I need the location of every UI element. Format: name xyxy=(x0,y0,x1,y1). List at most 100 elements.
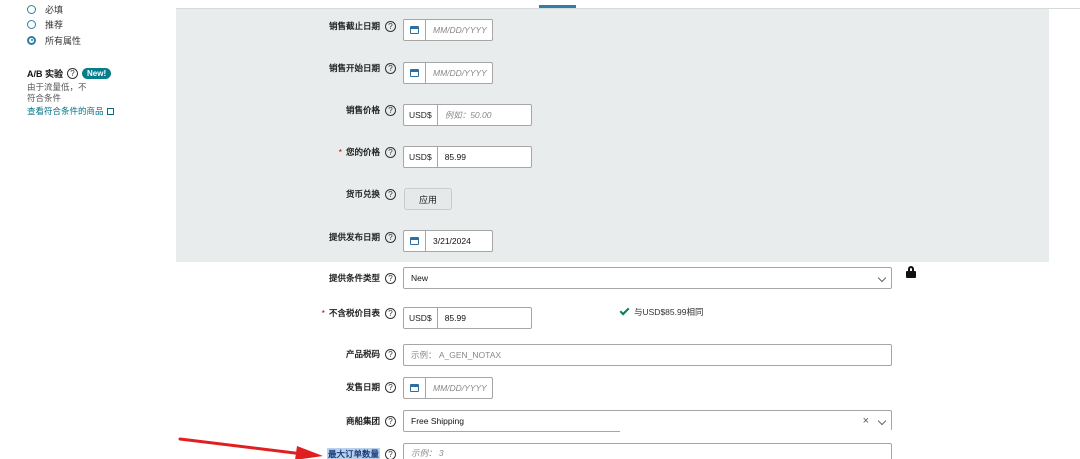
sale-start-date-label: 销售开始日期 ? xyxy=(176,61,396,75)
your-price-label-text: 您的价格 xyxy=(345,147,380,157)
radio-label-all: 所有属性 xyxy=(45,35,82,46)
currency-convert-label: 货币兑换 ? xyxy=(176,187,396,201)
price-excl-tax-label-text: 不含税价目表 xyxy=(328,308,380,318)
radio-all-attributes[interactable]: 所有属性 xyxy=(27,34,81,46)
radio-required[interactable]: 必填 xyxy=(27,3,63,15)
check-icon xyxy=(619,305,630,316)
radio-label-recommended: 推荐 xyxy=(45,19,64,30)
currency-convert-label-text: 货币兑换 xyxy=(345,189,380,199)
radio-label-required: 必填 xyxy=(45,4,64,15)
price-excl-tax-input[interactable]: USD$ 85.99 xyxy=(403,307,532,329)
help-icon[interactable]: ? xyxy=(385,415,396,427)
help-icon[interactable]: ? xyxy=(385,272,396,284)
calendar-icon xyxy=(410,384,419,392)
active-tab-indicator xyxy=(539,5,576,8)
price-match-note: 与USD$85.99相同 xyxy=(619,305,704,318)
offer-release-date-input[interactable]: 3/21/2024 xyxy=(403,230,493,252)
help-icon[interactable]: ? xyxy=(385,62,396,74)
help-icon[interactable]: ? xyxy=(385,348,396,360)
help-icon[interactable]: ? xyxy=(67,68,79,79)
sale-price-placeholder: 例如：50.00 xyxy=(444,110,492,120)
your-price-label: * 您的价格 ? xyxy=(176,145,396,159)
your-price-value: 85.99 xyxy=(444,152,466,162)
shipping-group-select[interactable]: Free Shipping × xyxy=(403,410,892,432)
sale-start-date-label-text: 销售开始日期 xyxy=(328,63,380,73)
right-margin xyxy=(1049,9,1080,459)
sale-end-date-label: 销售截止日期 ? xyxy=(176,19,396,33)
red-arrow-annotation xyxy=(178,437,323,459)
help-icon[interactable]: ? xyxy=(385,188,396,200)
gray-section xyxy=(176,9,1049,262)
sale-price-label-text: 销售价格 xyxy=(345,105,380,115)
currency-prefix: USD$ xyxy=(404,105,438,125)
shipping-group-value: Free Shipping xyxy=(411,416,464,426)
radio-checked-icon xyxy=(27,35,36,45)
view-eligible-products-link[interactable]: 查看符合条件的商品 xyxy=(27,105,114,117)
lock-icon xyxy=(906,266,916,278)
sale-price-input[interactable]: USD$ 例如：50.00 xyxy=(403,104,532,126)
sale-price-label: 销售价格 ? xyxy=(176,103,396,117)
help-icon[interactable]: ? xyxy=(385,231,396,243)
price-excl-tax-value: 85.99 xyxy=(444,313,466,323)
left-sidebar: 必填 推荐 所有属性 A/B 实验 ? New! 由于流量低，不符合条件 查看符… xyxy=(0,0,176,459)
ship-date-label: 发售日期 ? xyxy=(176,380,396,394)
offer-condition-type-label: 提供条件类型 ? xyxy=(176,271,396,285)
calendar-icon xyxy=(410,69,419,77)
sale-end-date-placeholder: MM/DD/YYYY xyxy=(433,25,487,35)
currency-prefix: USD$ xyxy=(404,147,438,167)
calendar-button[interactable] xyxy=(404,20,426,40)
max-order-qty-placeholder: 示例： 3 xyxy=(411,448,444,458)
external-link-icon xyxy=(106,107,114,115)
calendar-button[interactable] xyxy=(404,63,426,83)
offer-condition-select[interactable]: New xyxy=(403,267,892,289)
your-price-input[interactable]: USD$ 85.99 xyxy=(403,146,532,168)
product-tax-code-placeholder: 示例： A_GEN_NOTAX xyxy=(411,350,502,360)
shipping-group-label: 商船集团 ? xyxy=(176,414,396,428)
price-match-text: 与USD$85.99相同 xyxy=(634,307,704,317)
chevron-down-icon xyxy=(877,273,887,283)
help-icon[interactable]: ? xyxy=(385,104,396,116)
radio-icon xyxy=(27,4,36,14)
redaction-mask xyxy=(620,430,910,442)
price-excl-tax-label: * 不含税价目表 ? xyxy=(176,306,396,320)
max-order-qty-input[interactable]: 示例： 3 xyxy=(403,443,892,459)
shipping-group-label-text: 商船集团 xyxy=(345,416,380,426)
offer-release-date-label: 提供发布日期 ? xyxy=(176,230,396,244)
apply-button[interactable]: 应用 xyxy=(404,188,452,210)
ship-date-label-text: 发售日期 xyxy=(345,382,380,392)
offer-condition-value: New xyxy=(411,273,429,283)
radio-recommended[interactable]: 推荐 xyxy=(27,18,63,30)
sale-end-date-input[interactable]: MM/DD/YYYY xyxy=(403,19,493,41)
sale-start-date-placeholder: MM/DD/YYYY xyxy=(433,68,487,78)
ab-description: 由于流量低，不符合条件 xyxy=(27,82,87,103)
ab-link-text[interactable]: 查看符合条件的商品 xyxy=(27,105,104,117)
offer-condition-type-label-text: 提供条件类型 xyxy=(328,273,380,283)
required-asterisk: * xyxy=(338,147,342,157)
product-tax-code-label-text: 产品税码 xyxy=(345,349,380,359)
product-tax-code-input[interactable]: 示例： A_GEN_NOTAX xyxy=(403,344,892,366)
calendar-icon xyxy=(410,237,419,245)
ab-experiment-title: A/B 实验 ? New! xyxy=(27,67,112,80)
product-tax-code-label: 产品税码 ? xyxy=(176,347,396,361)
help-icon[interactable]: ? xyxy=(385,307,396,319)
help-icon[interactable]: ? xyxy=(385,20,396,32)
offer-release-date-value: 3/21/2024 xyxy=(433,236,471,246)
required-asterisk: * xyxy=(321,308,325,318)
max-order-qty-label-text: 最大订单数量 xyxy=(326,448,380,459)
calendar-button[interactable] xyxy=(404,378,426,398)
help-icon[interactable]: ? xyxy=(385,448,396,459)
sale-end-date-label-text: 销售截止日期 xyxy=(328,21,380,31)
new-badge: New! xyxy=(82,68,112,79)
help-icon[interactable]: ? xyxy=(385,146,396,158)
chevron-down-icon xyxy=(877,416,887,426)
radio-icon xyxy=(27,19,36,29)
ship-date-input[interactable]: MM/DD/YYYY xyxy=(403,377,493,399)
sale-start-date-input[interactable]: MM/DD/YYYY xyxy=(403,62,493,84)
calendar-icon xyxy=(410,26,419,34)
calendar-button[interactable] xyxy=(404,231,426,251)
offer-release-date-label-text: 提供发布日期 xyxy=(328,232,380,242)
clear-icon[interactable]: × xyxy=(863,415,869,427)
help-icon[interactable]: ? xyxy=(385,381,396,393)
ab-title-text: A/B 实验 xyxy=(27,69,64,79)
currency-prefix: USD$ xyxy=(404,308,438,328)
